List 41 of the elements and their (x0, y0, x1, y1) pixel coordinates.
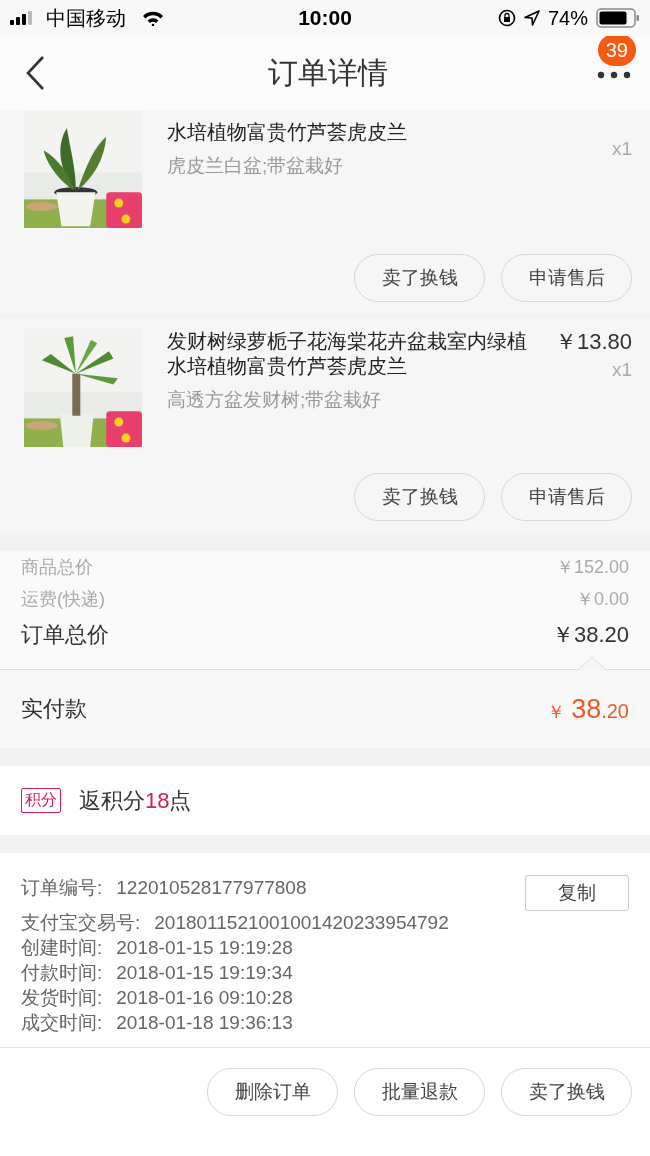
product-quantity: x1 (611, 138, 632, 160)
info-value: 122010528177977808 (116, 876, 307, 900)
info-value: 2018-01-15 19:19:28 (116, 936, 293, 960)
paid-amount: ￥ 38.20 (547, 693, 629, 725)
info-value: 2018011521001001420233954792 (154, 911, 449, 935)
info-value: 2018-01-15 19:19:34 (116, 961, 293, 985)
wifi-icon (142, 10, 164, 26)
rotation-lock-icon (497, 9, 516, 27)
summary-value: ￥38.20 (551, 621, 629, 649)
summary-label: 商品总价 (21, 556, 93, 579)
clock-time: 10:00 (298, 6, 352, 30)
product-price: ￥13.80 (554, 329, 632, 355)
page-title: 订单详情 (267, 54, 389, 91)
summary-value: ￥152.00 (555, 556, 629, 579)
info-label: 成交时间: (21, 1011, 103, 1035)
info-label: 付款时间: (21, 961, 103, 985)
battery-percent: 74% (547, 6, 588, 30)
info-value: 2018-01-18 19:36:13 (116, 1011, 293, 1035)
paid-label: 实付款 (21, 695, 87, 723)
product-spec: 虎皮兰白盆;带盆栽好 (167, 154, 345, 178)
more-icon[interactable] (597, 71, 631, 79)
info-label: 支付宝交易号: (21, 911, 141, 935)
location-arrow-icon (523, 10, 540, 26)
carrier-name: 中国移动 (46, 5, 126, 31)
product-quantity: x1 (610, 359, 632, 381)
info-label: 发货时间: (21, 986, 103, 1010)
product-spec: 高透方盆发财树;带盆栽好 (167, 388, 383, 412)
battery-icon (596, 8, 640, 28)
info-label: 订单编号: (21, 876, 103, 900)
info-value: 2018-01-16 09:10:28 (116, 986, 293, 1010)
summary-label: 运费(快递) (21, 588, 105, 611)
product-title: 水培植物富贵竹芦荟虎皮兰 (167, 120, 408, 145)
product-title: 发财树绿萝栀子花海棠花卉盆栽室内绿植水培植物富贵竹芦荟虎皮兰 (167, 329, 528, 379)
points-tag: 积分 (21, 788, 61, 813)
notification-badge: 39 (597, 34, 636, 66)
info-label: 创建时间: (21, 936, 103, 960)
summary-label: 订单总价 (21, 621, 109, 649)
copy-button[interactable]: 复制 (525, 875, 629, 911)
points-text: 返积分18点 (79, 786, 192, 815)
summary-value: ￥0.00 (575, 588, 629, 611)
back-icon[interactable] (25, 55, 47, 91)
